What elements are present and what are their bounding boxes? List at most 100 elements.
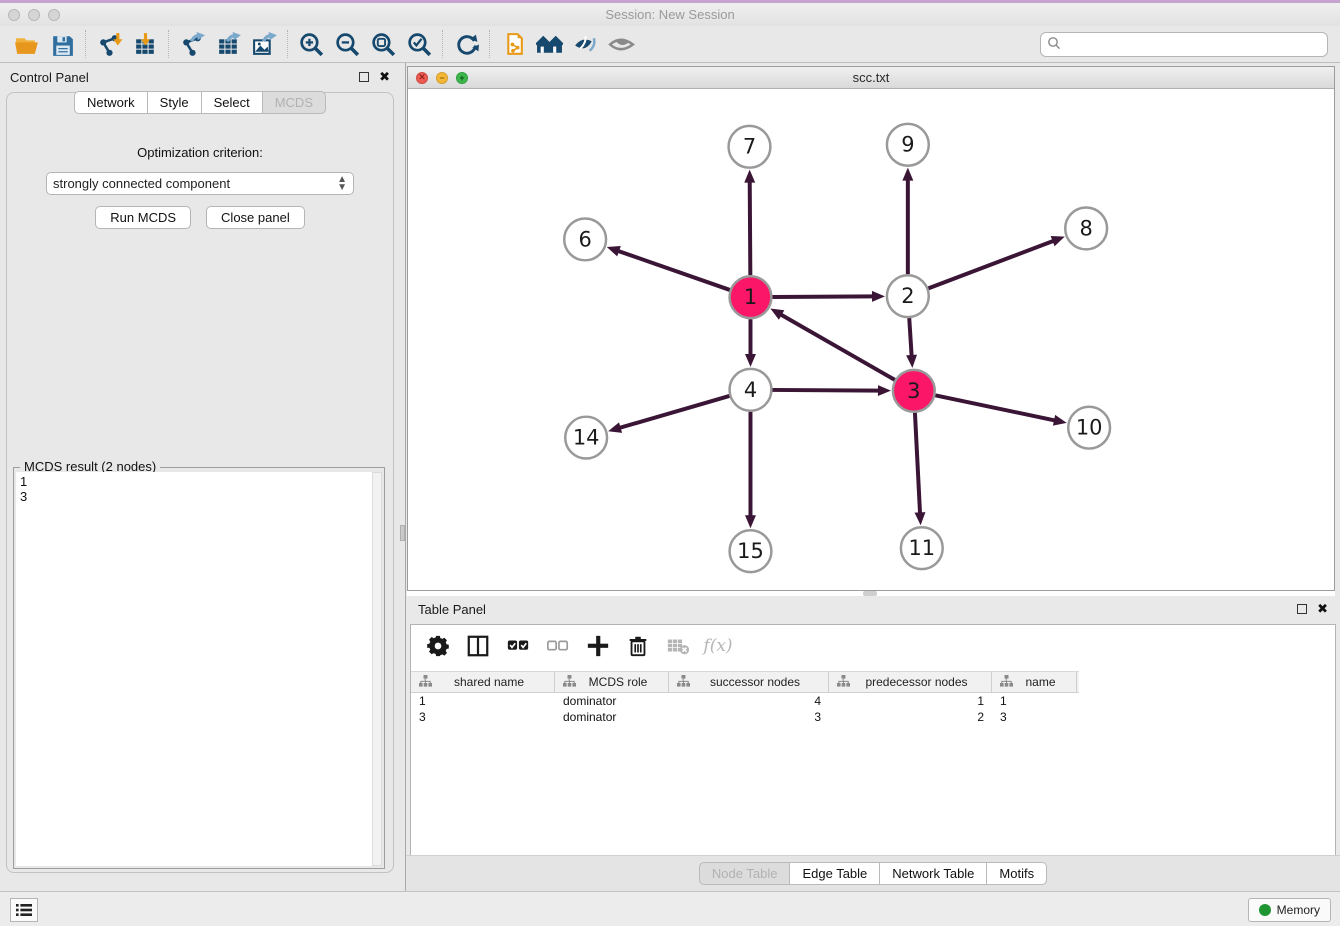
table-cell[interactable]: 1 bbox=[992, 693, 1077, 709]
edge-4-3[interactable] bbox=[772, 390, 880, 391]
open-file-button[interactable] bbox=[8, 28, 44, 60]
tab-network-table[interactable]: Network Table bbox=[879, 862, 987, 885]
table-row[interactable]: 3dominator323 bbox=[411, 709, 1079, 725]
edge-2-8[interactable] bbox=[928, 240, 1054, 288]
network-canvas[interactable]: 7 9 6 8 1 2 4 3 14 10 15 11 bbox=[408, 89, 1334, 590]
search-box[interactable] bbox=[1040, 32, 1328, 57]
delete-column-icon bbox=[626, 634, 650, 658]
tab-network[interactable]: Network bbox=[74, 91, 148, 114]
export-network-button[interactable] bbox=[174, 28, 210, 60]
tab-select[interactable]: Select bbox=[201, 91, 263, 114]
deselect-all-button[interactable] bbox=[545, 633, 571, 659]
show-hide-button[interactable] bbox=[603, 28, 639, 60]
table-cell[interactable]: dominator bbox=[555, 709, 669, 725]
float-panel-icon[interactable] bbox=[359, 72, 369, 82]
vizmapper-button[interactable] bbox=[567, 28, 603, 60]
edge-4-15-arrowhead bbox=[745, 515, 756, 528]
tab-edge-table[interactable]: Edge Table bbox=[789, 862, 880, 885]
graph-node-1[interactable]: 1 bbox=[730, 276, 772, 318]
graph-node-2[interactable]: 2 bbox=[887, 275, 929, 317]
table-cell[interactable]: 2 bbox=[829, 709, 992, 725]
edge-1-6[interactable] bbox=[617, 251, 730, 290]
export-image-button[interactable] bbox=[246, 28, 282, 60]
delete-table-button[interactable] bbox=[665, 633, 691, 659]
zoom-selected-button[interactable] bbox=[401, 28, 437, 60]
column-header-predecessor-nodes[interactable]: predecessor nodes bbox=[829, 672, 992, 692]
graph-node-11[interactable]: 11 bbox=[901, 527, 943, 569]
graph-node-4[interactable]: 4 bbox=[730, 369, 772, 411]
run-mcds-button[interactable]: Run MCDS bbox=[95, 206, 191, 229]
tab-mcds[interactable]: MCDS bbox=[262, 91, 326, 114]
graph-node-15[interactable]: 15 bbox=[730, 530, 772, 572]
edge-3-10[interactable] bbox=[935, 395, 1056, 420]
edge-3-1[interactable] bbox=[780, 314, 895, 380]
network-window-title: scc.txt bbox=[408, 70, 1334, 85]
graph-node-8[interactable]: 8 bbox=[1065, 208, 1107, 250]
network-window-titlebar[interactable]: ✕ − + scc.txt bbox=[408, 67, 1334, 89]
edge-2-3-arrowhead bbox=[906, 355, 917, 368]
column-header-MCDS-role[interactable]: MCDS role bbox=[555, 672, 669, 692]
table-cell[interactable]: 1 bbox=[411, 693, 555, 709]
memory-button[interactable]: Memory bbox=[1248, 898, 1331, 922]
import-network-button[interactable] bbox=[91, 28, 127, 60]
refresh-button[interactable] bbox=[448, 28, 484, 60]
close-panel-icon[interactable]: ✖ bbox=[379, 69, 390, 85]
edge-1-7[interactable] bbox=[750, 181, 751, 276]
gear-icon bbox=[426, 634, 450, 658]
column-header-shared-name[interactable]: shared name bbox=[411, 672, 555, 692]
zoom-fit-button[interactable] bbox=[365, 28, 401, 60]
graph-node-7[interactable]: 7 bbox=[729, 126, 771, 168]
graph-node-6[interactable]: 6 bbox=[564, 218, 606, 260]
task-history-button[interactable] bbox=[10, 898, 38, 922]
tab-node-table[interactable]: Node Table bbox=[699, 862, 791, 885]
table-cell[interactable]: dominator bbox=[555, 693, 669, 709]
edge-1-2[interactable] bbox=[772, 296, 874, 297]
graph-node-3[interactable]: 3 bbox=[893, 370, 935, 412]
save-session-button[interactable] bbox=[44, 28, 80, 60]
table-panel: Table Panel ✖ f(x) shared nameMCDS roles… bbox=[406, 596, 1340, 891]
tab-style[interactable]: Style bbox=[147, 91, 202, 114]
workspace: Control Panel ✖ NetworkStyleSelectMCDS O… bbox=[0, 63, 1340, 891]
edge-2-3[interactable] bbox=[909, 318, 911, 357]
column-header-name[interactable]: name bbox=[992, 672, 1077, 692]
edge-4-14[interactable] bbox=[619, 396, 730, 428]
table-close-icon[interactable]: ✖ bbox=[1317, 601, 1328, 617]
table-cell[interactable]: 3 bbox=[992, 709, 1077, 725]
edge-1-6-arrowhead bbox=[607, 246, 621, 256]
svg-text:11: 11 bbox=[908, 536, 935, 560]
table-cell[interactable]: 3 bbox=[411, 709, 555, 725]
tab-motifs[interactable]: Motifs bbox=[986, 862, 1047, 885]
mcds-result-scrollbar[interactable] bbox=[372, 472, 382, 866]
table-cell[interactable]: 4 bbox=[669, 693, 829, 709]
gear-button[interactable] bbox=[425, 633, 451, 659]
home-button[interactable] bbox=[531, 28, 567, 60]
close-panel-button[interactable]: Close panel bbox=[206, 206, 305, 229]
zoom-in-button[interactable] bbox=[293, 28, 329, 60]
open-network-file-button[interactable] bbox=[495, 28, 531, 60]
column-split-button[interactable] bbox=[465, 633, 491, 659]
graph-node-10[interactable]: 10 bbox=[1068, 407, 1110, 449]
export-table-button[interactable] bbox=[210, 28, 246, 60]
table-cell[interactable]: 1 bbox=[829, 693, 992, 709]
optimization-criterion-label: Optimization criterion: bbox=[7, 145, 393, 160]
table-float-icon[interactable] bbox=[1297, 604, 1307, 614]
select-all-button[interactable] bbox=[505, 633, 531, 659]
vertical-splitter-grip[interactable] bbox=[400, 525, 405, 541]
column-header-successor-nodes[interactable]: successor nodes bbox=[669, 672, 829, 692]
import-table-button[interactable] bbox=[127, 28, 163, 60]
table-row[interactable]: 1dominator411 bbox=[411, 693, 1079, 709]
tree-icon bbox=[563, 675, 576, 690]
mcds-result-text[interactable]: 1 3 bbox=[16, 472, 372, 866]
graph-node-9[interactable]: 9 bbox=[887, 124, 929, 166]
zoom-out-button[interactable] bbox=[329, 28, 365, 60]
edge-2-9-arrowhead bbox=[902, 168, 913, 181]
add-column-button[interactable] bbox=[585, 633, 611, 659]
function-builder-button[interactable]: f(x) bbox=[705, 633, 731, 659]
optimization-criterion-select[interactable]: strongly connected component ▲▼ bbox=[46, 172, 354, 195]
graph-node-14[interactable]: 14 bbox=[565, 417, 607, 459]
edge-3-11[interactable] bbox=[915, 413, 920, 515]
toolbar-separator bbox=[287, 30, 288, 58]
search-input[interactable] bbox=[1065, 38, 1321, 52]
delete-column-button[interactable] bbox=[625, 633, 651, 659]
table-cell[interactable]: 3 bbox=[669, 709, 829, 725]
